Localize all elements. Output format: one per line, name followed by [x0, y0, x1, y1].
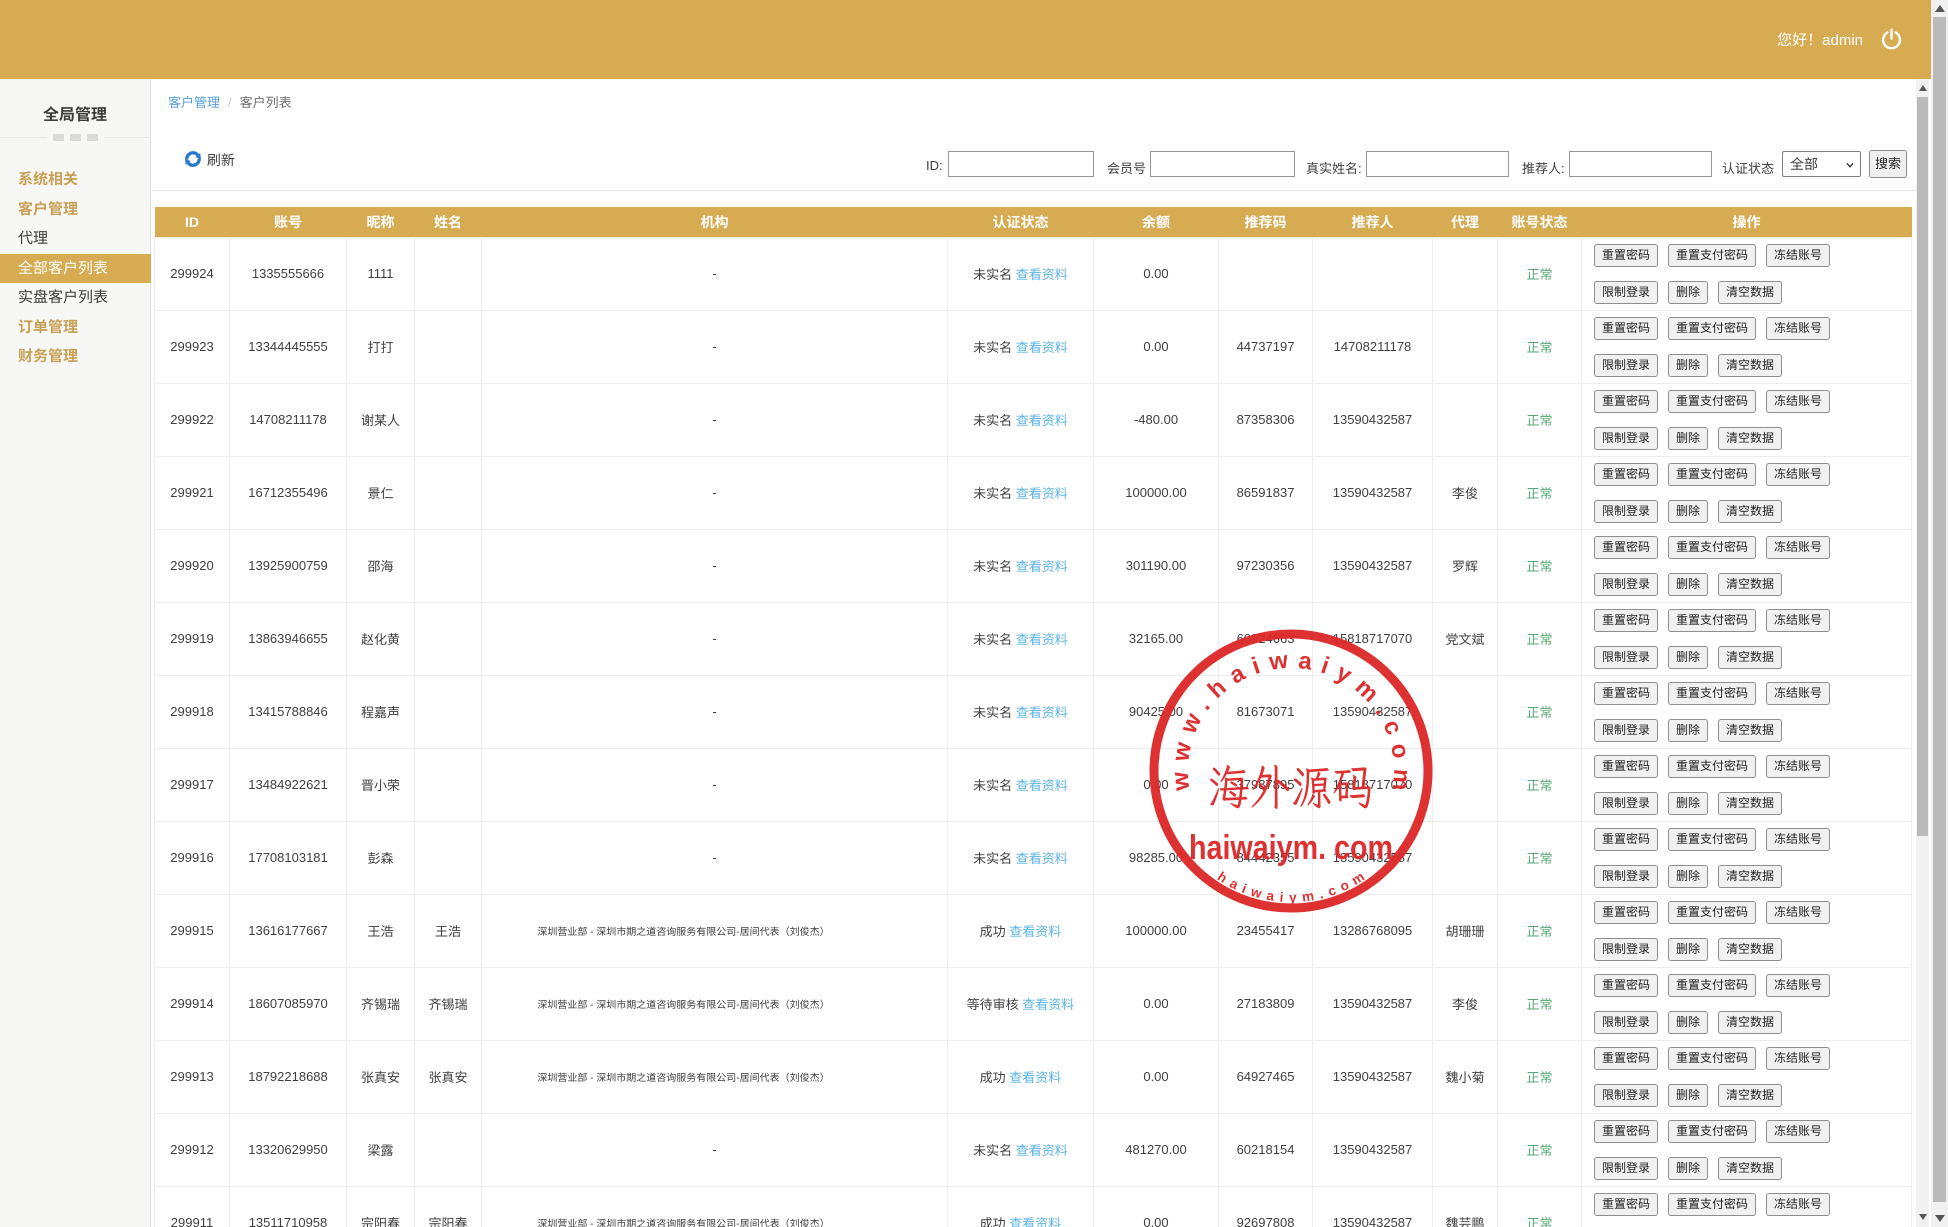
svg-text:haiwaiym. com: haiwaiym. com	[1189, 829, 1393, 867]
svg-text:海外源码: 海外源码	[1208, 754, 1374, 818]
